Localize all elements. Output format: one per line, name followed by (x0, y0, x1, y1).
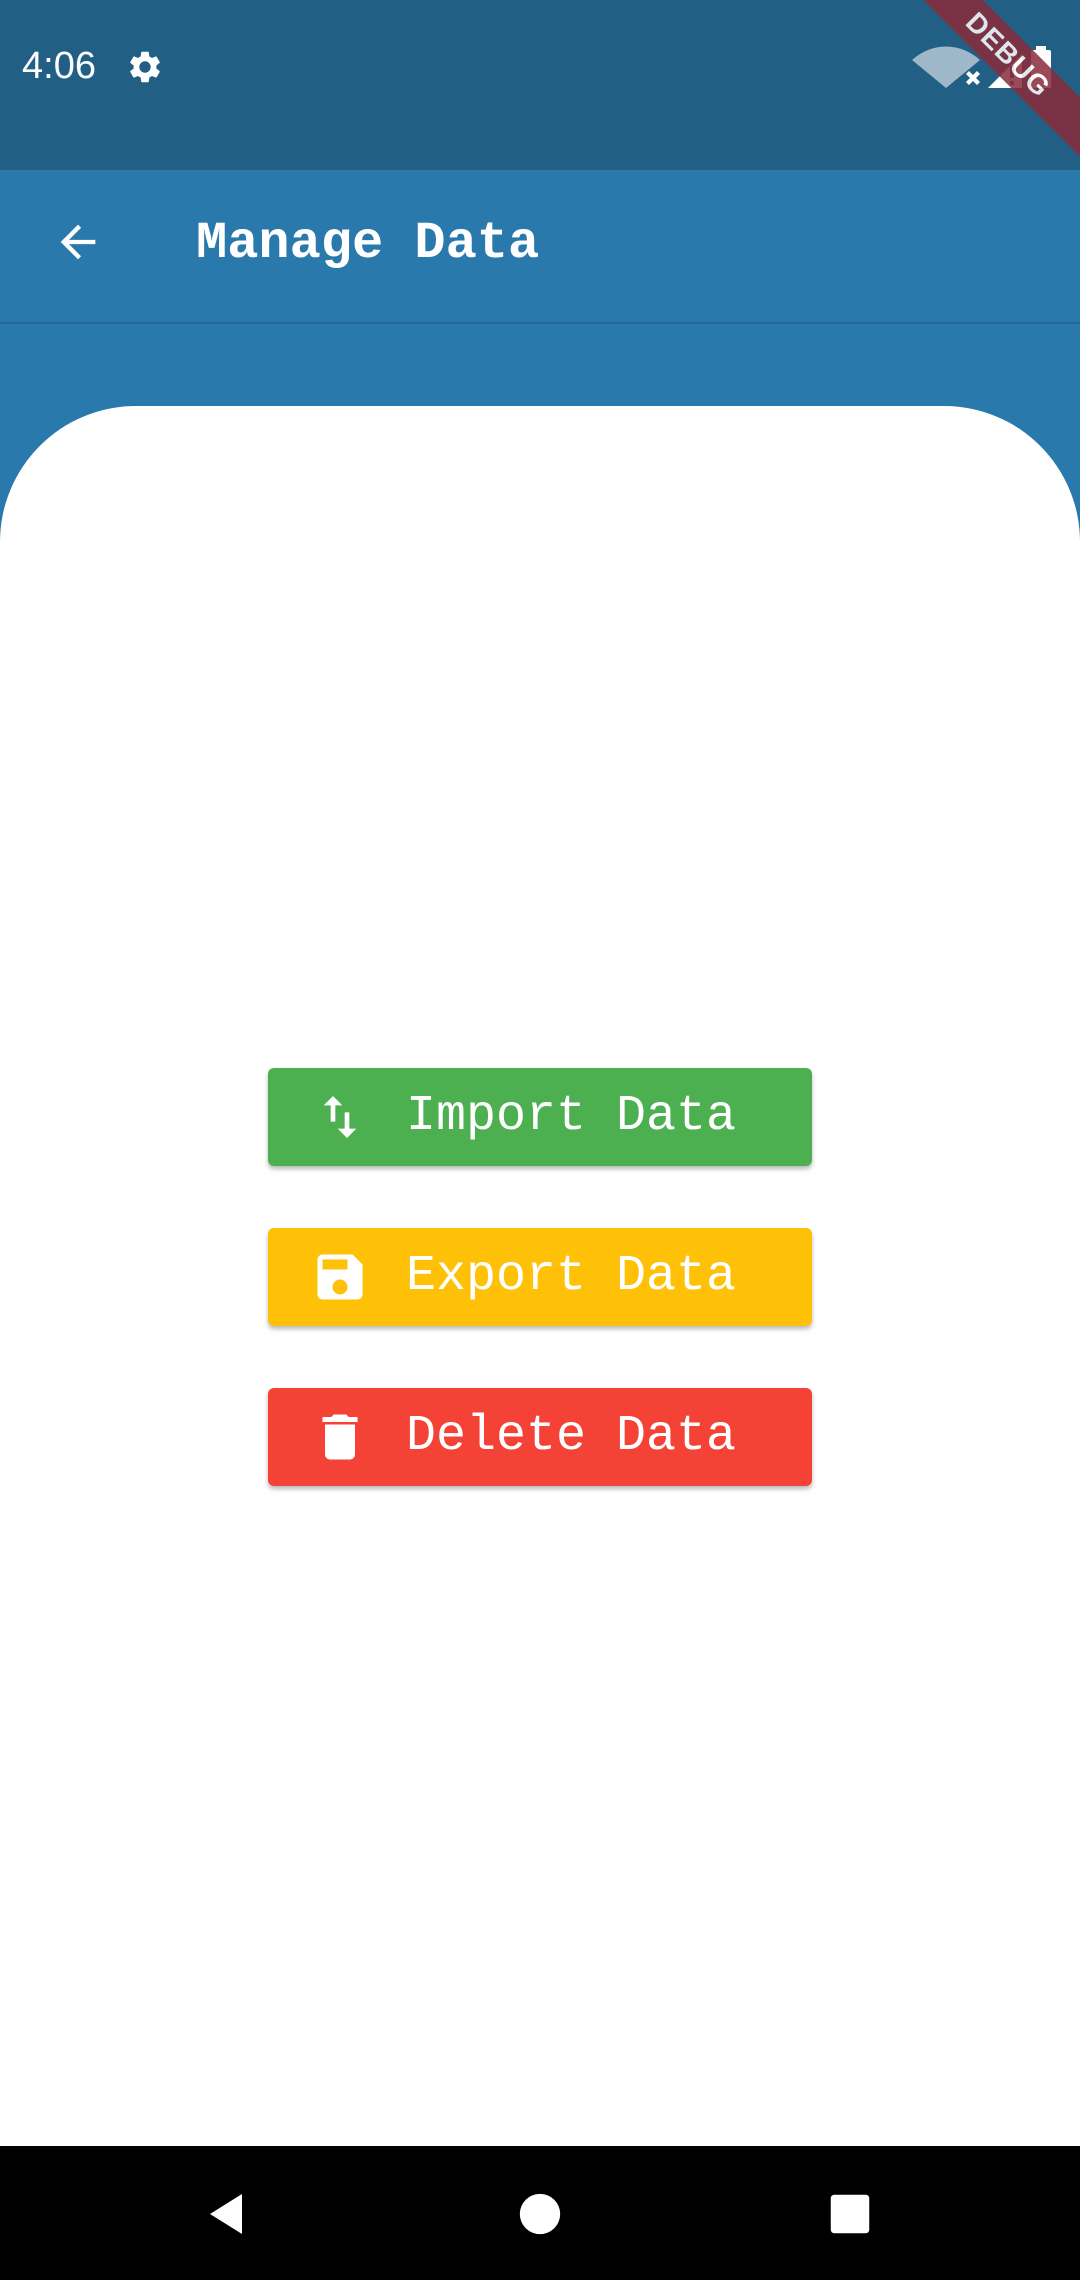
nav-back-button[interactable] (198, 2186, 254, 2242)
import-data-label: Import Data (406, 1088, 737, 1145)
nav-recents-button[interactable] (822, 2186, 878, 2242)
status-bar: 4:06 DEBUG (0, 0, 1080, 176)
export-data-button[interactable]: Export Data (268, 1228, 812, 1326)
nav-home-icon (519, 2193, 561, 2235)
import-data-button[interactable]: Import Data (268, 1068, 812, 1166)
status-time: 4:06 (22, 45, 96, 87)
delete-data-button[interactable]: Delete Data (268, 1388, 812, 1486)
back-button[interactable] (40, 204, 116, 280)
app-bar: Manage Data (0, 170, 1080, 324)
delete-data-label: Delete Data (406, 1408, 737, 1465)
trash-icon (310, 1407, 370, 1467)
gear-icon (126, 48, 164, 86)
page-title: Manage Data (196, 214, 540, 273)
nav-recents-icon (830, 2194, 870, 2234)
floppy-disk-icon (310, 1247, 370, 1307)
nav-back-icon (210, 2194, 242, 2234)
wifi-off-icon (912, 46, 980, 88)
arrow-left-icon (60, 224, 96, 260)
export-data-label: Export Data (406, 1248, 737, 1305)
content-card: Import Data Export Data Delete Data (0, 406, 1080, 2146)
swap-vertical-icon (310, 1087, 370, 1147)
nav-home-button[interactable] (512, 2186, 568, 2242)
navigation-bar (0, 2146, 1080, 2280)
